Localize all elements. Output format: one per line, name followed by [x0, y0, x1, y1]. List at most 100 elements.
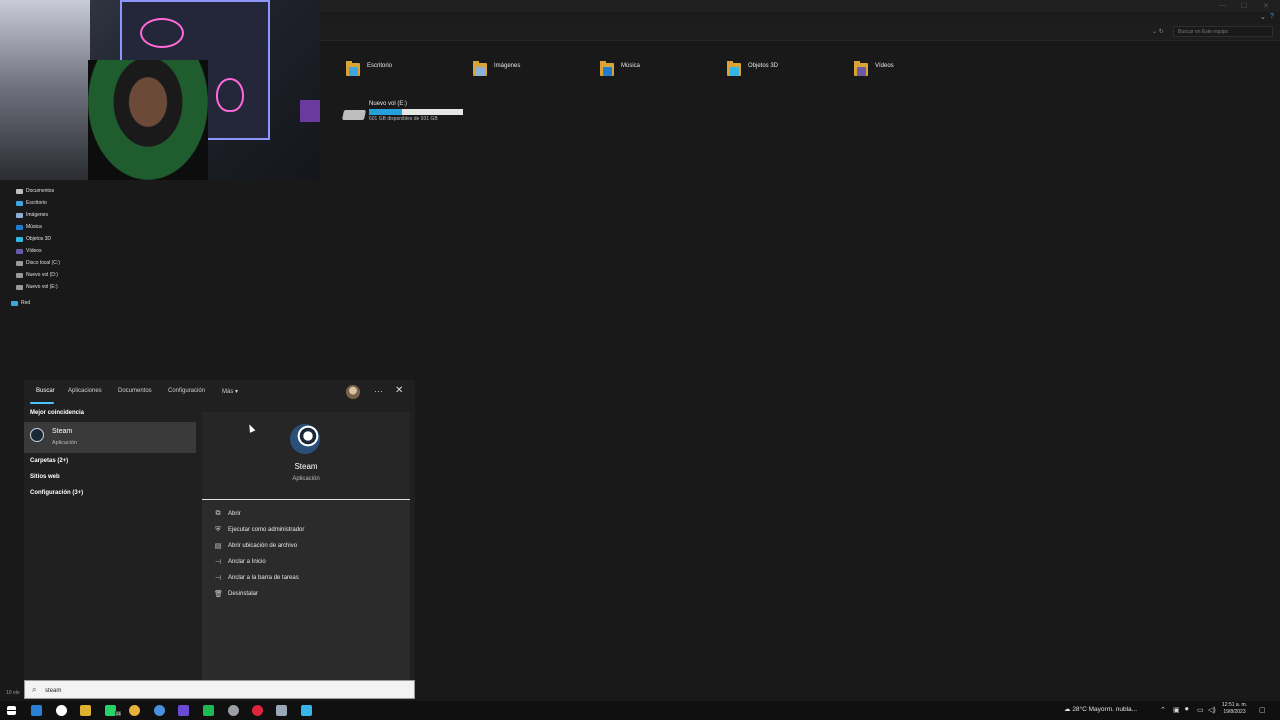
- sidebar-item[interactable]: Objetos 3D: [16, 234, 51, 244]
- action-label: Ejecutar como administrador: [228, 527, 305, 533]
- neon-alien-icon: [216, 78, 244, 112]
- sidebar-item[interactable]: Música: [16, 222, 42, 232]
- action-item[interactable]: ⛨ Ejecutar como administrador: [214, 524, 304, 536]
- close-icon[interactable]: ✕: [395, 385, 403, 396]
- action-item[interactable]: 🗑 Desinstalar: [214, 588, 258, 600]
- folder-icon: [600, 60, 615, 77]
- sidebar-item[interactable]: Imágenes: [16, 210, 48, 220]
- more-options-icon[interactable]: ···: [374, 386, 383, 396]
- section-sitios-web[interactable]: Sitios web: [30, 474, 60, 480]
- sidebar-item-label: Documentos: [26, 188, 55, 194]
- sidebar-item[interactable]: Nuevo vol (D:): [16, 270, 58, 280]
- tab-buscar[interactable]: Buscar: [36, 388, 55, 394]
- music-icon: [16, 224, 23, 230]
- file-explorer-icon[interactable]: [31, 705, 42, 716]
- videos-icon: [16, 248, 23, 254]
- explorer-search-input[interactable]: Buscar en Este equipo: [1173, 26, 1273, 37]
- best-match-name: Steam: [52, 428, 73, 435]
- section-configuracion[interactable]: Configuración (3+): [30, 490, 83, 496]
- folder-icon: [473, 60, 488, 77]
- search-panel-header: Buscar Aplicaciones Documentos Configura…: [24, 380, 415, 406]
- tab-configuracion[interactable]: Configuración: [168, 388, 205, 394]
- chevron-down-icon: ▾: [235, 389, 239, 395]
- steam-taskbar-icon[interactable]: [276, 705, 287, 716]
- minimize-icon[interactable]: —: [1219, 2, 1226, 9]
- weather-widget[interactable]: ☁ 28°C Mayorm. nubla...: [1064, 705, 1137, 713]
- chrome-profile-icon[interactable]: [154, 705, 165, 716]
- folder-label: Imágenes: [494, 63, 521, 69]
- sidebar-item-label: Nuevo vol (E:): [26, 284, 58, 290]
- weather-text: 28°C Mayorm. nubla...: [1072, 706, 1138, 713]
- microphone-icon[interactable]: ⏺: [1185, 706, 1189, 714]
- refresh-icon[interactable]: ⌄ ↻: [1152, 28, 1164, 35]
- webcam-overlay: [0, 0, 320, 180]
- tab-mas[interactable]: Más ▾: [222, 388, 238, 395]
- drive-e[interactable]: Nuevo vol (E:) 601 GB disponibles de 931…: [341, 100, 473, 126]
- sidebar-item-label: Vídeos: [26, 248, 42, 254]
- action-label: Abrir: [228, 511, 241, 517]
- tray-app-icon[interactable]: ▣: [1173, 706, 1180, 714]
- search-icon: ⌕: [32, 685, 37, 694]
- tab-documentos[interactable]: Documentos: [118, 388, 152, 394]
- best-match-item[interactable]: Steam Aplicación: [24, 422, 196, 453]
- sidebar-item[interactable]: Documentos: [16, 186, 54, 196]
- webcam-shelf: [0, 0, 90, 180]
- folder-icon: [346, 60, 361, 77]
- detail-header: Steam Aplicación: [202, 412, 410, 500]
- status-item-count: 10 ele: [6, 690, 20, 696]
- steam-icon: [30, 428, 44, 442]
- action-item[interactable]: ⊣ Anclar a la barra de tareas: [214, 572, 299, 584]
- maximize-icon[interactable]: ☐: [1241, 2, 1247, 10]
- pictures-icon: [16, 212, 23, 218]
- tray-chevron-icon[interactable]: ⌃: [1160, 706, 1166, 714]
- folder-app-icon[interactable]: [80, 705, 91, 716]
- clock-app-icon[interactable]: [56, 705, 67, 716]
- neon-planet-icon: [140, 18, 184, 48]
- sidebar-item[interactable]: Disco local (C:): [16, 258, 60, 268]
- sidebar-item-label: Objetos 3D: [26, 236, 52, 242]
- search-input[interactable]: [43, 684, 407, 698]
- help-icon[interactable]: ?: [1270, 13, 1274, 20]
- chrome-alt-icon[interactable]: [228, 705, 239, 716]
- drive-icon: [16, 260, 23, 266]
- action-label: Abrir ubicación de archivo: [228, 543, 298, 549]
- whatsapp-badge: 23: [115, 711, 122, 716]
- sidebar-item[interactable]: Escritorio: [16, 198, 47, 208]
- folder-label: Escritorio: [367, 63, 393, 69]
- action-item[interactable]: ▤ Abrir ubicación de archivo: [214, 540, 297, 552]
- clock[interactable]: 12:51 a. m. 19/8/2023: [1222, 702, 1247, 716]
- pin-taskbar-icon: ⊣: [214, 575, 222, 582]
- ribbon-expand-icon[interactable]: ⌄: [1260, 13, 1266, 21]
- open-icon: ⧉: [215, 510, 221, 517]
- sidebar-item[interactable]: Nuevo vol (E:): [16, 282, 58, 292]
- section-carpetas[interactable]: Carpetas (2+): [30, 458, 68, 464]
- sidebar-item-label: Red: [21, 300, 31, 306]
- drive-name: Nuevo vol (E:): [369, 101, 408, 107]
- taskbar: 23 ☁ 28°C Mayorm. nubla... ⌃ ▣ ⏺ ▭ ◁) 12…: [0, 701, 1280, 720]
- avatar[interactable]: [346, 385, 360, 399]
- sidebar-item-label: Imágenes: [26, 212, 48, 218]
- sidebar-item-label: Música: [26, 224, 42, 230]
- chrome-icon[interactable]: [129, 705, 140, 716]
- spotify-icon[interactable]: [203, 705, 214, 716]
- cloud-icon: ☁: [1064, 706, 1071, 713]
- taskbar-app-icon[interactable]: [301, 705, 312, 716]
- action-item[interactable]: ⧉ Abrir: [214, 508, 241, 520]
- search-bar[interactable]: ⌕: [24, 680, 415, 699]
- start-button-icon[interactable]: [7, 706, 16, 715]
- volume-icon[interactable]: ◁): [1208, 706, 1216, 714]
- action-item[interactable]: ⊣ Anclar a Inicio: [214, 556, 266, 568]
- desktop-icon: [16, 200, 23, 206]
- notifications-icon[interactable]: ▢: [1259, 706, 1266, 714]
- tab-aplicaciones[interactable]: Aplicaciones: [68, 388, 102, 394]
- network-tray-icon[interactable]: ▭: [1197, 706, 1204, 714]
- opera-icon[interactable]: [252, 705, 263, 716]
- results-list: Mejor coincidencia Steam Aplicación Carp…: [24, 406, 200, 680]
- close-window-icon[interactable]: ✕: [1263, 2, 1269, 10]
- hard-drive-icon: [341, 110, 367, 120]
- sidebar-item[interactable]: Red: [11, 298, 30, 308]
- app-purple-icon[interactable]: [178, 705, 189, 716]
- sidebar-item[interactable]: Vídeos: [16, 246, 42, 256]
- tab-mas-label: Más: [222, 389, 234, 395]
- folder-label: Objetos 3D: [748, 63, 779, 69]
